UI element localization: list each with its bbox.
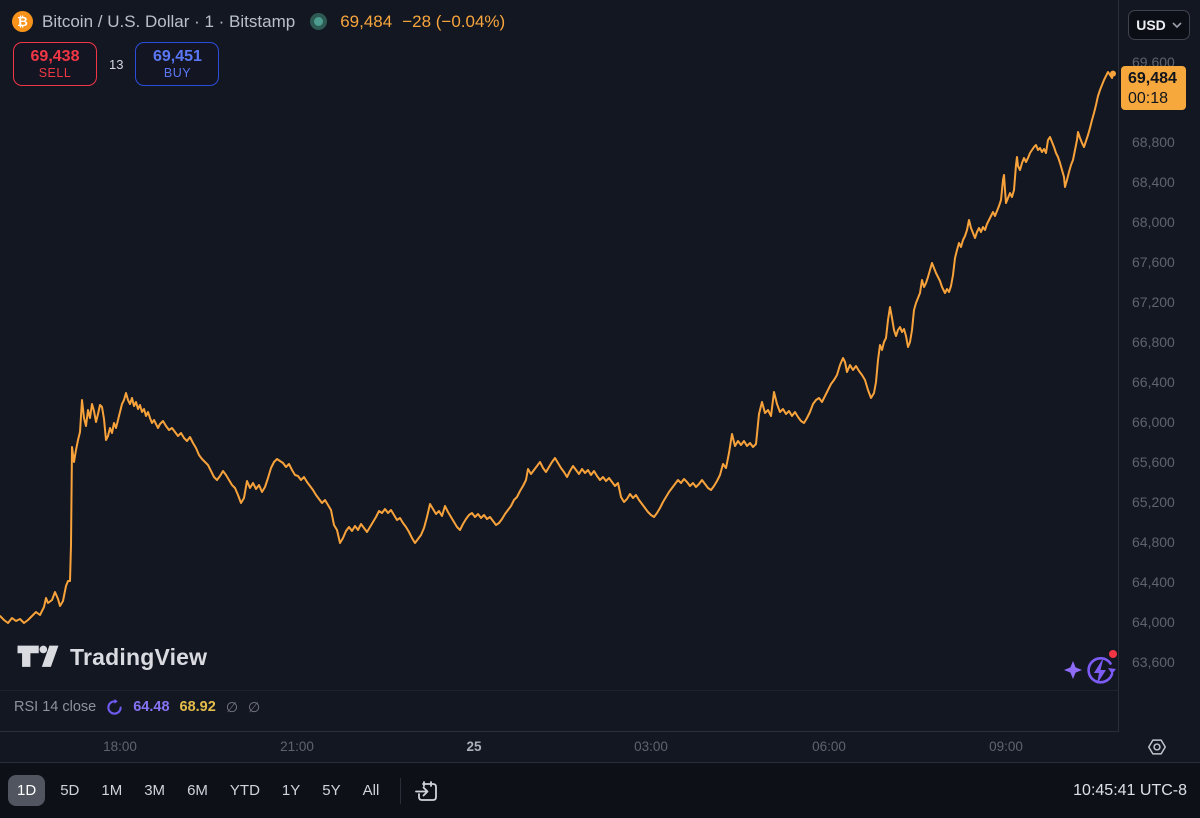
sell-price: 69,438 [30,47,80,65]
time-axis-label: 09:00 [989,739,1023,754]
rsi-empty-value-2: ∅ [248,698,261,715]
price-axis-label: 65,600 [1132,454,1175,470]
symbol-title[interactable]: Bitcoin / U.S. Dollar · 1 · Bitstamp [42,12,295,32]
bottom-toolbar: 1D 5D 1M 3M 6M YTD 1Y 5Y All 10:45:41 UTC-8 [0,762,1200,818]
range-button-all[interactable]: All [352,775,391,806]
sparkle-icon [1064,661,1082,679]
price-axis-label: 68,000 [1132,214,1175,230]
price-axis-label: 65,200 [1132,494,1175,510]
time-axis-label: 06:00 [812,739,846,754]
bitcoin-glyph: ₿ [17,14,28,29]
gear-icon [1148,739,1166,755]
header-last-price: 69,484 [340,11,393,31]
price-line [0,71,1114,624]
rsi-value: 64.48 [133,699,170,715]
price-axis-label: 66,400 [1132,374,1175,390]
price-group: 69,484 −28 (−0.04%) [340,12,505,32]
bitcoin-icon: ₿ [12,11,33,32]
refresh-arrowhead [1108,668,1116,674]
sell-label: SELL [38,66,72,81]
time-axis-settings-button[interactable] [1146,736,1168,758]
chevron-down-icon [1172,22,1182,28]
rsi-empty-value-1: ∅ [225,698,239,715]
price-axis-label: 64,800 [1132,534,1175,550]
trade-buttons-row: 69,438 SELL 13 69,451 BUY [13,42,220,86]
price-axis-label: 64,000 [1132,614,1175,630]
range-button-1d[interactable]: 1D [8,775,46,806]
main-chart-pane[interactable]: TradingView [0,0,1118,690]
range-button-5y[interactable]: 5Y [311,775,351,806]
range-button-ytd[interactable]: YTD [219,775,271,806]
price-axis-label: 68,400 [1132,174,1175,190]
buy-button[interactable]: 69,451 BUY [135,42,220,86]
price-axis-label: 68,800 [1132,134,1175,150]
range-button-1m[interactable]: 1M [90,775,133,806]
range-button-3m[interactable]: 3M [133,775,176,806]
pane-separator[interactable] [0,690,1118,691]
time-axis-label: 03:00 [634,739,668,754]
price-axis-label: 67,600 [1132,254,1175,270]
rsi-indicator-legend[interactable]: RSI 14 close 64.48 68.92 ∅ ∅ [14,696,260,718]
calendar-goto-icon [415,780,438,801]
header-change: −28 (−0.04%) [402,11,506,31]
last-price-badge: 69,484 00:18 [1121,66,1186,110]
price-axis-label: 63,600 [1132,654,1175,670]
price-line-chart[interactable] [0,0,1118,690]
badge-price: 69,484 [1128,69,1177,87]
currency-dropdown-button[interactable]: USD [1128,10,1190,40]
go-to-date-button[interactable] [415,779,439,803]
time-axis-label: 21:00 [280,739,314,754]
rsi-ma-value: 68.92 [179,699,216,715]
badge-countdown: 00:18 [1128,89,1169,107]
price-axis-label: 64,400 [1132,574,1175,590]
spread-value: 13 [109,56,124,72]
time-axis-label: 18:00 [103,739,137,754]
currency-label: USD [1136,17,1166,33]
last-price-dot [1110,70,1116,77]
market-open-dot-icon [310,13,328,30]
range-button-1y[interactable]: 1Y [271,775,311,806]
range-button-6m[interactable]: 6M [176,775,219,806]
rsi-title: RSI 14 close [14,699,97,715]
toolbar-divider [400,777,402,804]
auto-refresh-indicator[interactable] [1062,645,1124,698]
indicator-loading-icon[interactable] [106,698,123,716]
symbol-header: ₿ Bitcoin / U.S. Dollar · 1 · Bitstamp 6… [12,11,505,32]
range-button-5d[interactable]: 5D [49,775,90,806]
buy-price: 69,451 [153,47,202,65]
clock[interactable]: 10:45:41 UTC-8 [1073,763,1187,818]
buy-label: BUY [163,66,192,81]
tradingview-chart-app: { "header": { "bitcoin_symbol": "₿", "ti… [0,0,1200,818]
price-axis-label: 66,000 [1132,414,1175,430]
notification-dot [1109,650,1117,658]
price-axis-label: 67,200 [1132,294,1175,310]
price-axis[interactable]: 69,60069,20068,80068,40068,00067,60067,2… [1119,0,1200,762]
date-range-switcher: 1D 5D 1M 3M 6M YTD 1Y 5Y All [8,775,390,806]
time-axis-label: 25 [466,739,482,754]
time-axis[interactable]: 18:00 21:00 25 03:00 06:00 09:00 [0,732,1200,762]
price-axis-label: 66,800 [1132,334,1175,350]
sell-button[interactable]: 69,438 SELL [13,42,97,86]
